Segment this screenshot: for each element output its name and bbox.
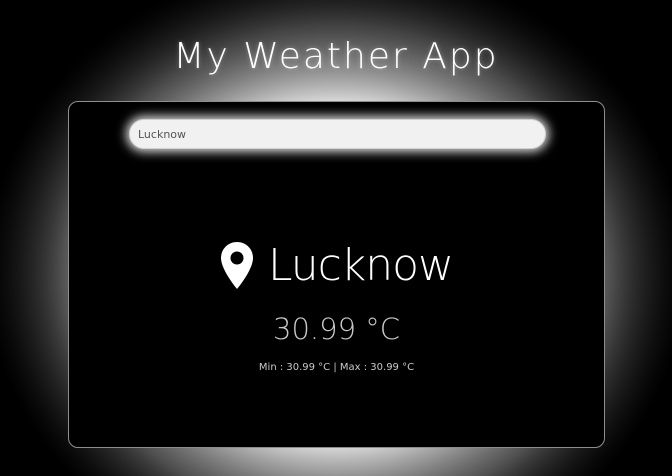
app-title: My Weather App [173,36,499,77]
weather-card: Lucknow 30.99 °C Min : 30.99 °C | Max : … [68,101,605,448]
current-temperature: 30.99 °C [273,312,400,346]
search-input[interactable] [130,120,545,148]
location-row: Lucknow [69,238,604,294]
map-pin-icon [220,241,254,291]
min-max-temperature: Min : 30.99 °C | Max : 30.99 °C [258,362,415,373]
city-name: Lucknow [267,240,454,291]
search-box[interactable] [129,119,546,149]
